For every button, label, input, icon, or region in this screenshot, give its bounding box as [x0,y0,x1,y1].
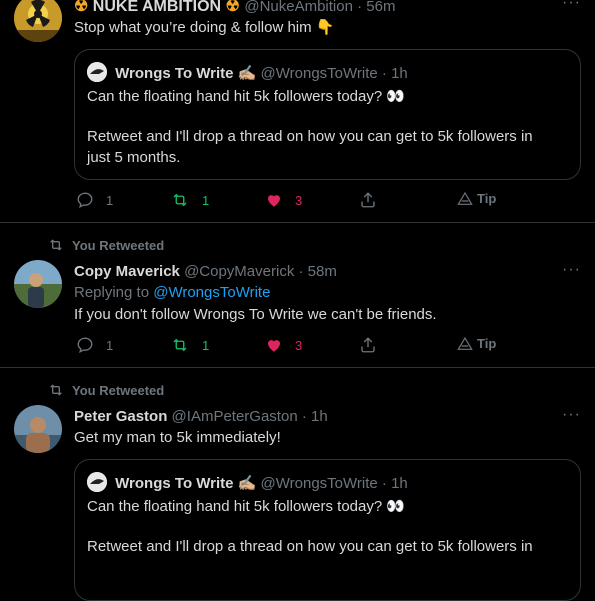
retweeted-label: You Retweeted [72,383,165,398]
quoted-tweet[interactable]: Wrongs To Write ✍🏼 @WrongsToWrite · 1h C… [74,49,581,180]
tip-button[interactable]: Tip [457,191,496,207]
tweet-header: ☢ NUKE AMBITION ☢ @NukeAmbition · 56m [74,0,395,16]
reply-button[interactable]: 1 [76,336,113,354]
retweet-icon [50,239,62,251]
quoted-tweet-text-line: Retweet and I'll drop a thread on how yo… [87,538,533,555]
replying-to: Replying to @WrongsToWrite [74,283,270,303]
like-count: 3 [295,338,303,353]
retweeted-indicator: You Retweeted [48,237,164,253]
tweet-actions: 1 1 3 Tip [74,336,574,356]
writing-hand-emoji-icon: ✍🏼 [237,475,257,492]
reply-icon [77,337,93,354]
tweet-text: Stop what you’re doing & follow him 👇 [74,19,335,36]
retweet-count: 1 [202,193,210,208]
reply-button[interactable]: 1 [76,191,113,209]
timestamp: · 1h [381,475,408,492]
display-name: Wrongs To Write [115,65,234,82]
retweet-icon [50,384,62,396]
like-count: 3 [295,193,303,208]
tip-icon [457,336,473,350]
more-options-button[interactable]: ··· [562,406,581,424]
share-icon [361,337,375,353]
retweet-icon [173,338,187,352]
quoted-tweet-text-line: Can the floating hand hit 5k followers t… [87,88,406,105]
timestamp[interactable]: · 56m [357,0,395,15]
tweet-header: Copy Maverick @CopyMaverick · 58m [74,263,337,281]
share-icon [361,192,375,208]
timestamp[interactable]: · 1h [302,408,328,425]
retweeted-indicator: You Retweeted [48,382,164,398]
timestamp[interactable]: · 58m [299,263,337,280]
handle: @WrongsToWrite [260,475,378,492]
radioactive-emoji-icon: ☢ [225,0,240,15]
reply-icon [77,192,93,209]
share-button[interactable] [359,336,389,354]
handle[interactable]: @IAmPeterGaston [172,408,298,425]
like-button[interactable]: 3 [265,336,302,354]
avatar [87,62,107,82]
heart-filled-icon [268,195,280,207]
timestamp: · 1h [381,65,408,82]
replying-to-link[interactable]: @WrongsToWrite [153,284,270,301]
like-button[interactable]: 3 [265,191,302,209]
display-name[interactable]: Copy Maverick [74,263,180,280]
tweet-peter-gaston[interactable]: You Retweeted Peter Gaston @IAmPeterGast… [0,368,595,601]
retweet-button[interactable]: 1 [170,191,209,209]
more-options-button[interactable]: ··· [562,0,581,12]
quoted-tweet-text-line: just 5 months. [87,149,181,166]
quoted-tweet-header: Wrongs To Write ✍🏼 @WrongsToWrite · 1h [87,472,408,493]
tweet-copy-maverick[interactable]: You Retweeted Copy Maverick @CopyMaveric… [0,223,595,366]
heart-filled-icon [268,340,280,352]
replying-to-prefix: Replying to [74,284,150,301]
share-button[interactable] [359,191,389,209]
reply-count: 1 [106,338,114,353]
avatar [87,472,107,492]
more-options-button[interactable]: ··· [562,261,581,279]
tip-label: Tip [477,191,497,206]
tweet-header: Peter Gaston @IAmPeterGaston · 1h [74,408,328,426]
tweet-text: Get my man to 5k immediately! [74,429,281,446]
tip-label: Tip [477,336,497,351]
quoted-tweet[interactable]: Wrongs To Write ✍🏼 @WrongsToWrite · 1h C… [74,459,581,601]
retweet-button[interactable]: 1 [170,336,209,354]
handle: @WrongsToWrite [260,65,378,82]
retweet-count: 1 [202,338,210,353]
handle[interactable]: @NukeAmbition [244,0,353,15]
tip-button[interactable]: Tip [457,336,496,352]
tweet-actions: 1 1 3 Tip [74,191,574,211]
radioactive-emoji-icon: ☢ [74,0,89,15]
display-name: Wrongs To Write [115,475,234,492]
retweet-icon [173,193,187,207]
writing-hand-emoji-icon: ✍🏼 [237,65,257,82]
quoted-tweet-text-line: Retweet and I'll drop a thread on how yo… [87,128,533,145]
handle[interactable]: @CopyMaverick [184,263,294,280]
tweet-text: If you don't follow Wrongs To Write we c… [74,306,437,323]
tweet-nuke-ambition[interactable]: ☢ NUKE AMBITION ☢ @NukeAmbition · 56m ··… [0,0,595,222]
quoted-tweet-header: Wrongs To Write ✍🏼 @WrongsToWrite · 1h [87,62,408,83]
quoted-tweet-text-line: Can the floating hand hit 5k followers t… [87,498,406,515]
avatar[interactable] [14,0,62,42]
reply-count: 1 [106,193,114,208]
display-name[interactable]: ☢ NUKE AMBITION ☢ [74,0,244,15]
avatar[interactable] [14,260,62,308]
display-name-text: NUKE AMBITION [92,0,222,15]
avatar[interactable] [14,405,62,453]
tip-icon [457,191,473,205]
display-name[interactable]: Peter Gaston [74,408,167,425]
retweeted-label: You Retweeted [72,238,165,253]
